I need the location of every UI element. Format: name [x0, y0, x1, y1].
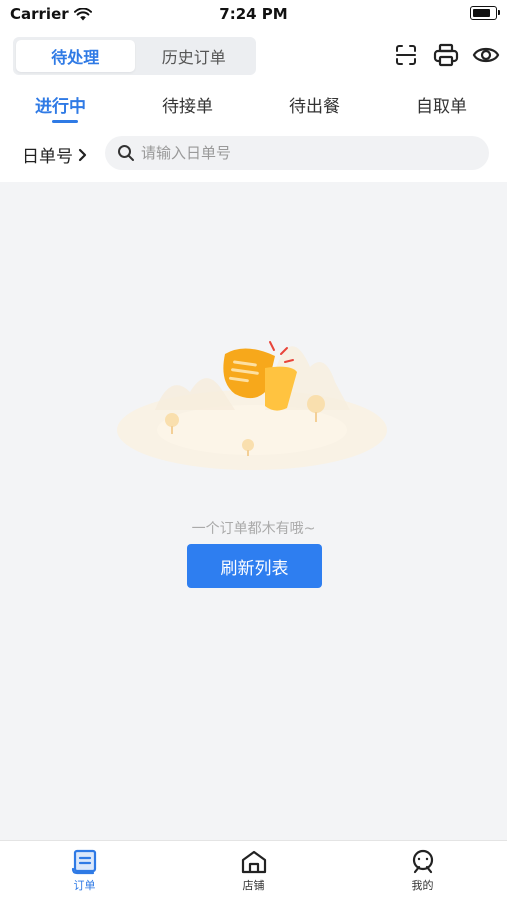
bottom-tab-bar: 订单 店铺 我的: [0, 840, 507, 900]
chevron-right-icon: [78, 148, 87, 161]
search-icon: [118, 145, 134, 161]
tabbar-item-profile[interactable]: 我的: [338, 841, 507, 900]
empty-state-message: 一个订单都木有哦~: [191, 521, 316, 537]
segment-pending[interactable]: 待处理: [16, 40, 135, 72]
tab-awaiting-accept[interactable]: 待接单: [162, 92, 213, 117]
order-search-input[interactable]: [141, 144, 471, 162]
order-list-area: 一个订单都木有哦~ 刷新列表: [0, 182, 507, 840]
order-number-label: 日单号: [22, 147, 73, 167]
top-action-icons: [391, 40, 501, 70]
battery-icon: [470, 6, 500, 20]
tab-awaiting-meal[interactable]: 待出餐: [289, 92, 340, 117]
refresh-list-button[interactable]: 刷新列表: [187, 544, 322, 588]
tab-self-pickup[interactable]: 自取单: [416, 92, 467, 117]
search-box: [105, 136, 489, 170]
order-icon: [71, 849, 96, 875]
status-bar: Carrier 7:24 PM: [0, 0, 507, 30]
tabbar-item-orders[interactable]: 订单: [0, 841, 169, 900]
printer-icon[interactable]: [431, 40, 461, 70]
scan-icon[interactable]: [391, 40, 421, 70]
empty-orders-illustration: [117, 341, 387, 470]
tabbar-label-profile: 我的: [411, 879, 434, 892]
tabbar-label-orders: 订单: [73, 879, 96, 892]
profile-icon: [412, 849, 433, 874]
tabbar-item-store[interactable]: 店铺: [169, 841, 338, 900]
active-tab-indicator: [52, 120, 78, 123]
search-row: 日单号: [0, 134, 507, 174]
tab-in-progress[interactable]: 进行中: [35, 92, 86, 117]
segment-history[interactable]: 历史订单: [135, 40, 254, 72]
order-number-selector[interactable]: 日单号: [22, 142, 87, 167]
order-segment-toggle: 待处理 历史订单: [13, 37, 256, 75]
status-time: 7:24 PM: [219, 5, 288, 23]
eye-icon[interactable]: [471, 40, 501, 70]
store-icon: [241, 850, 266, 874]
tabbar-label-store: 店铺: [242, 879, 265, 892]
